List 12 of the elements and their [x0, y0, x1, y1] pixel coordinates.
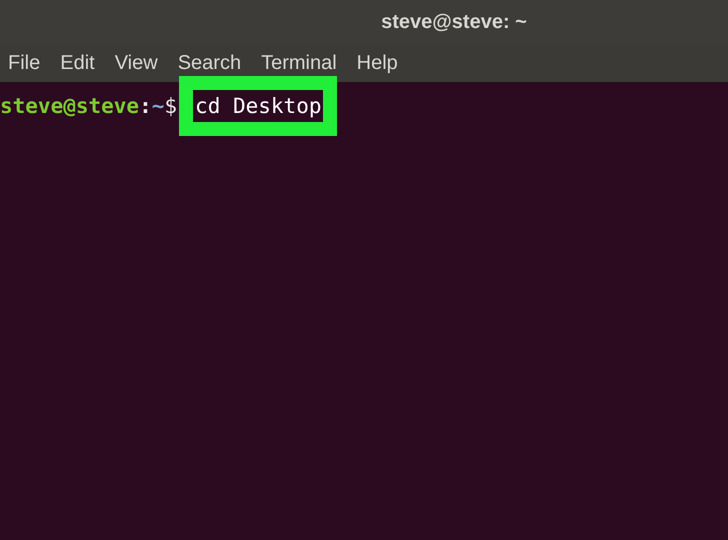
prompt-path: ~ [152, 93, 164, 120]
command-text: cd Desktop [195, 94, 322, 118]
prompt-user-host: steve@steve [0, 93, 140, 120]
menu-item[interactable]: Terminal [261, 48, 337, 78]
menu-item[interactable]: View [114, 48, 158, 78]
prompt-separator: : [139, 93, 152, 120]
menu-item[interactable]: File [8, 48, 40, 78]
menu-item[interactable]: Search [178, 48, 242, 78]
window-title: steve@steve: ~ [381, 10, 527, 35]
prompt-symbol: $ [164, 93, 178, 120]
menu-item[interactable]: Edit [60, 48, 95, 78]
menu-item[interactable]: Help [356, 48, 398, 78]
